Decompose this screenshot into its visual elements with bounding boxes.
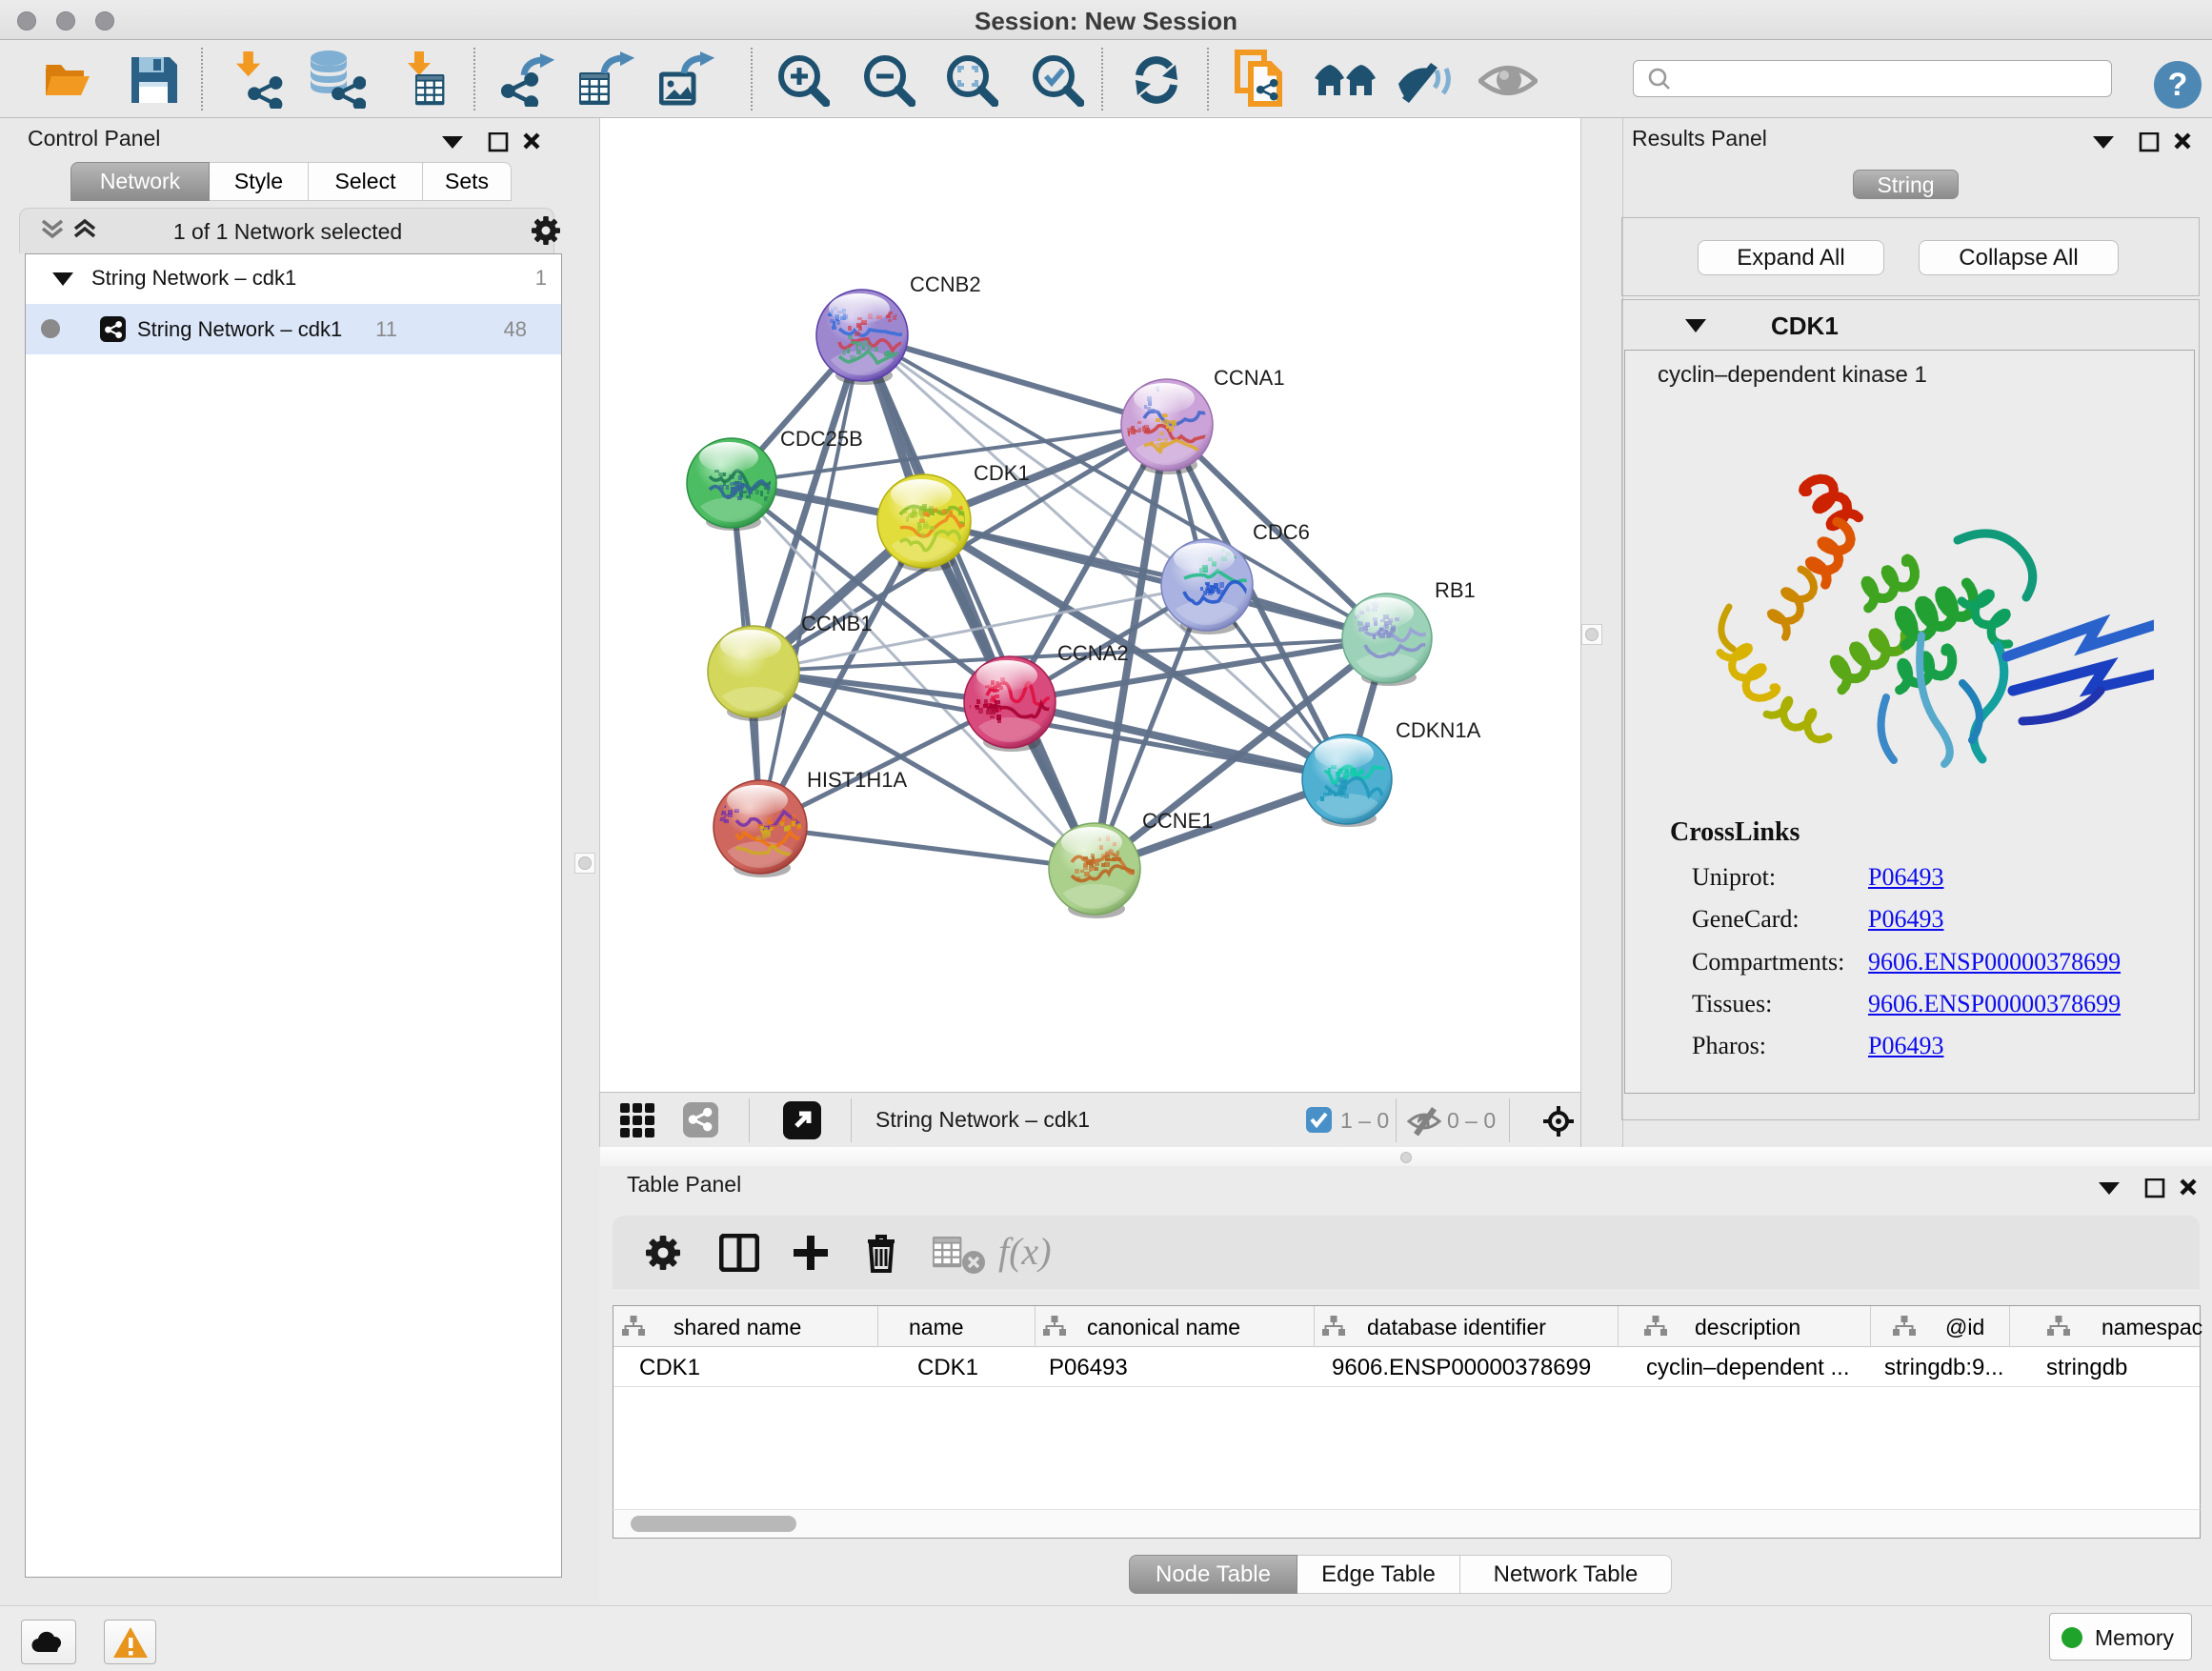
svg-text:CDC6: CDC6 — [1253, 520, 1310, 544]
svg-text:CDC25B: CDC25B — [780, 427, 863, 451]
svg-text:CCNA2: CCNA2 — [1057, 641, 1129, 665]
svg-text:CCNB2: CCNB2 — [910, 272, 981, 296]
svg-text:CCNE1: CCNE1 — [1142, 809, 1214, 833]
svg-text:CCNB1: CCNB1 — [801, 612, 873, 635]
svg-text:CCNA1: CCNA1 — [1214, 366, 1285, 390]
svg-text:CDK1: CDK1 — [974, 461, 1030, 485]
svg-text:CDKN1A: CDKN1A — [1396, 718, 1481, 742]
svg-text:HIST1H1A: HIST1H1A — [807, 768, 907, 792]
svg-text:RB1: RB1 — [1435, 578, 1476, 602]
